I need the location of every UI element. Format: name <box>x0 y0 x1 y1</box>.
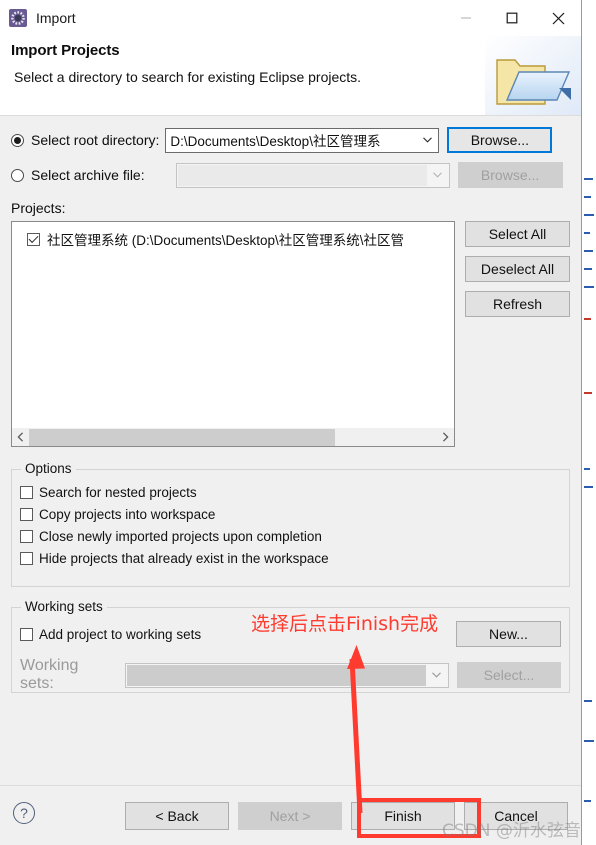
working-sets-field-label: Working sets: <box>20 657 79 692</box>
projects-section: 社区管理系统 (D:\Documents\Desktop\社区管理系统\社区管 … <box>11 221 570 447</box>
browse-archive-file-button: Browse... <box>457 162 563 188</box>
import-wizard-icon <box>9 9 27 27</box>
title-bar: Import <box>0 0 581 36</box>
dialog-body: Select root directory: D:\Documents\Desk… <box>0 116 581 785</box>
select-root-directory-radio[interactable] <box>11 133 24 147</box>
select-all-button[interactable]: Select All <box>465 221 570 247</box>
next-button: Next > <box>238 802 342 830</box>
option-close-newly-imported[interactable]: Close newly imported projects upon compl… <box>20 525 561 547</box>
chevron-left-icon[interactable] <box>12 429 29 446</box>
close-icon[interactable] <box>535 0 581 36</box>
scrollbar-track[interactable] <box>29 428 437 446</box>
select-working-set-button: Select... <box>456 662 561 688</box>
projects-side-buttons: Select All Deselect All Refresh <box>465 221 570 317</box>
option-label: Search for nested projects <box>39 484 197 500</box>
option-copy-into-workspace[interactable]: Copy projects into workspace <box>20 503 561 525</box>
add-project-label: Add project to working sets <box>39 626 202 642</box>
scrollbar-thumb[interactable] <box>29 428 335 446</box>
option-label: Close newly imported projects upon compl… <box>39 528 322 544</box>
finish-button[interactable]: Finish <box>351 802 455 830</box>
option-label: Hide projects that already exist in the … <box>39 550 329 566</box>
chevron-right-icon[interactable] <box>437 429 454 446</box>
checkbox[interactable] <box>20 529 33 543</box>
background-editor-strip <box>582 0 596 845</box>
chevron-down-icon <box>427 164 449 187</box>
archive-file-row: Select archive file: Browse... <box>11 162 570 188</box>
list-item[interactable]: 社区管理系统 (D:\Documents\Desktop\社区管理系统\社区管 <box>12 228 454 250</box>
select-archive-file-label: Select archive file: <box>31 167 145 183</box>
window-title: Import <box>36 10 76 26</box>
help-icon[interactable]: ? <box>13 802 35 824</box>
browse-root-directory-button[interactable]: Browse... <box>447 127 553 153</box>
working-sets-field-row: Working sets: Select... <box>20 657 561 693</box>
options-group: Options Search for nested projects Copy … <box>11 461 570 587</box>
select-archive-file-radio[interactable] <box>11 168 24 182</box>
checkbox[interactable] <box>20 485 33 499</box>
select-root-directory-label: Select root directory: <box>31 132 160 148</box>
checkbox[interactable] <box>20 551 33 565</box>
working-sets-combo <box>124 662 449 688</box>
root-directory-value: D:\Documents\Desktop\社区管理系 <box>170 134 381 149</box>
wizard-banner: Import Projects Select a directory to se… <box>0 36 581 116</box>
root-directory-row: Select root directory: D:\Documents\Desk… <box>11 127 570 153</box>
project-checkbox[interactable] <box>27 232 40 246</box>
deselect-all-button[interactable]: Deselect All <box>465 256 570 282</box>
chevron-down-icon[interactable] <box>416 129 438 152</box>
root-directory-combo[interactable]: D:\Documents\Desktop\社区管理系 <box>165 127 440 153</box>
projects-horizontal-scrollbar[interactable] <box>12 427 454 446</box>
import-projects-dialog: Import Import Projects Select a director… <box>0 0 582 845</box>
add-project-to-working-sets-checkbox-row[interactable]: Add project to working sets <box>20 623 201 645</box>
new-working-set-button[interactable]: New... <box>456 621 561 647</box>
option-label: Copy projects into workspace <box>39 506 216 522</box>
open-folder-icon <box>485 36 581 115</box>
working-sets-legend: Working sets <box>21 599 107 614</box>
refresh-button[interactable]: Refresh <box>465 291 570 317</box>
chevron-down-icon <box>426 664 448 687</box>
watermark: CSDN @沂水弦音 <box>442 821 581 841</box>
back-button[interactable]: < Back <box>125 802 229 830</box>
window-controls <box>443 0 581 36</box>
option-search-nested[interactable]: Search for nested projects <box>20 481 561 503</box>
projects-list[interactable]: 社区管理系统 (D:\Documents\Desktop\社区管理系统\社区管 <box>11 221 455 447</box>
project-label: 社区管理系统 (D:\Documents\Desktop\社区管理系统\社区管 <box>47 233 405 248</box>
checkbox[interactable] <box>20 507 33 521</box>
maximize-icon[interactable] <box>489 0 535 36</box>
archive-file-combo <box>175 162 450 188</box>
projects-label: Projects: <box>11 200 66 216</box>
options-legend: Options <box>21 461 76 476</box>
minimize-icon[interactable] <box>443 0 489 36</box>
option-hide-existing[interactable]: Hide projects that already exist in the … <box>20 547 561 569</box>
annotation-note: 选择后点击Finish完成 <box>251 613 439 635</box>
checkbox[interactable] <box>20 627 33 641</box>
